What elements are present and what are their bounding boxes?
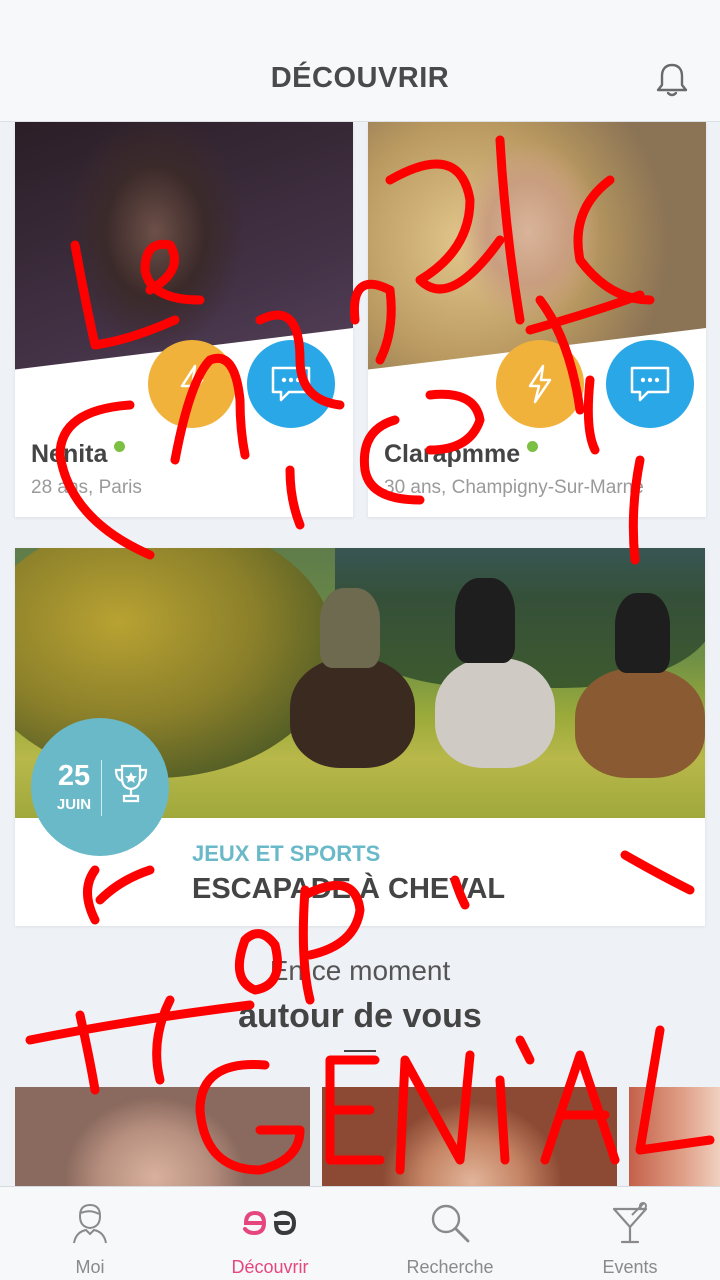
message-button[interactable] [606, 340, 694, 428]
profile-card[interactable]: Clarapmme 30 ans, Champigny-Sur-Marne [368, 122, 706, 517]
profile-info: 28 ans, Paris [31, 477, 142, 498]
chat-bubble-icon [271, 366, 311, 402]
event-month: JUIN [56, 796, 92, 813]
section-title: autour de vous [238, 997, 482, 1035]
section-divider [344, 1050, 376, 1052]
flash-button[interactable] [148, 340, 236, 428]
online-indicator [527, 441, 539, 452]
message-button[interactable] [247, 340, 335, 428]
event-card[interactable]: 25 JUIN JEUX ET SPORTS ESCAPADE À CHEVAL [15, 548, 705, 926]
tab-moi[interactable]: Moi [0, 1187, 180, 1280]
lightning-icon [528, 364, 552, 404]
lightning-icon [180, 364, 204, 404]
bottom-tab-bar: Moi Découvrir Recherche Events [0, 1186, 720, 1280]
bell-icon[interactable] [652, 60, 692, 100]
profile-card[interactable]: Nenita 28 ans, Paris [15, 122, 353, 517]
flash-button[interactable] [496, 340, 584, 428]
tab-label: Découvrir [231, 1257, 309, 1277]
online-indicator [114, 441, 126, 452]
nearby-profile-thumbnail[interactable] [15, 1087, 310, 1187]
event-day: 25 [57, 760, 91, 792]
trophy-icon [114, 764, 148, 803]
chat-bubble-icon [630, 366, 670, 402]
nearby-profile-thumbnail[interactable] [322, 1087, 617, 1187]
profile-info: 30 ans, Champigny-Sur-Marne [384, 477, 644, 498]
page-title: DÉCOUVRIR [270, 62, 450, 94]
event-date-badge: 25 JUIN [31, 718, 169, 856]
event-category: JEUX ET SPORTS [192, 841, 381, 866]
user-icon [73, 1203, 107, 1244]
tab-recherche[interactable]: Recherche [360, 1187, 540, 1280]
tab-label: Moi [75, 1257, 105, 1277]
section-subtitle: En ce moment [269, 955, 451, 986]
tab-label: Events [602, 1257, 658, 1277]
discover-logo-icon [243, 1210, 297, 1236]
tab-events[interactable]: Events [540, 1187, 720, 1280]
nearby-profile-thumbnail[interactable] [629, 1087, 720, 1187]
tab-label: Recherche [406, 1257, 494, 1277]
profile-name: Nenita [31, 440, 126, 469]
event-title: ESCAPADE À CHEVAL [192, 873, 506, 905]
search-icon [431, 1204, 470, 1243]
cocktail-icon [612, 1202, 648, 1244]
profile-name: Clarapmme [384, 440, 539, 469]
top-bar: DÉCOUVRIR [0, 0, 720, 122]
tab-decouvrir[interactable]: Découvrir [180, 1187, 360, 1280]
